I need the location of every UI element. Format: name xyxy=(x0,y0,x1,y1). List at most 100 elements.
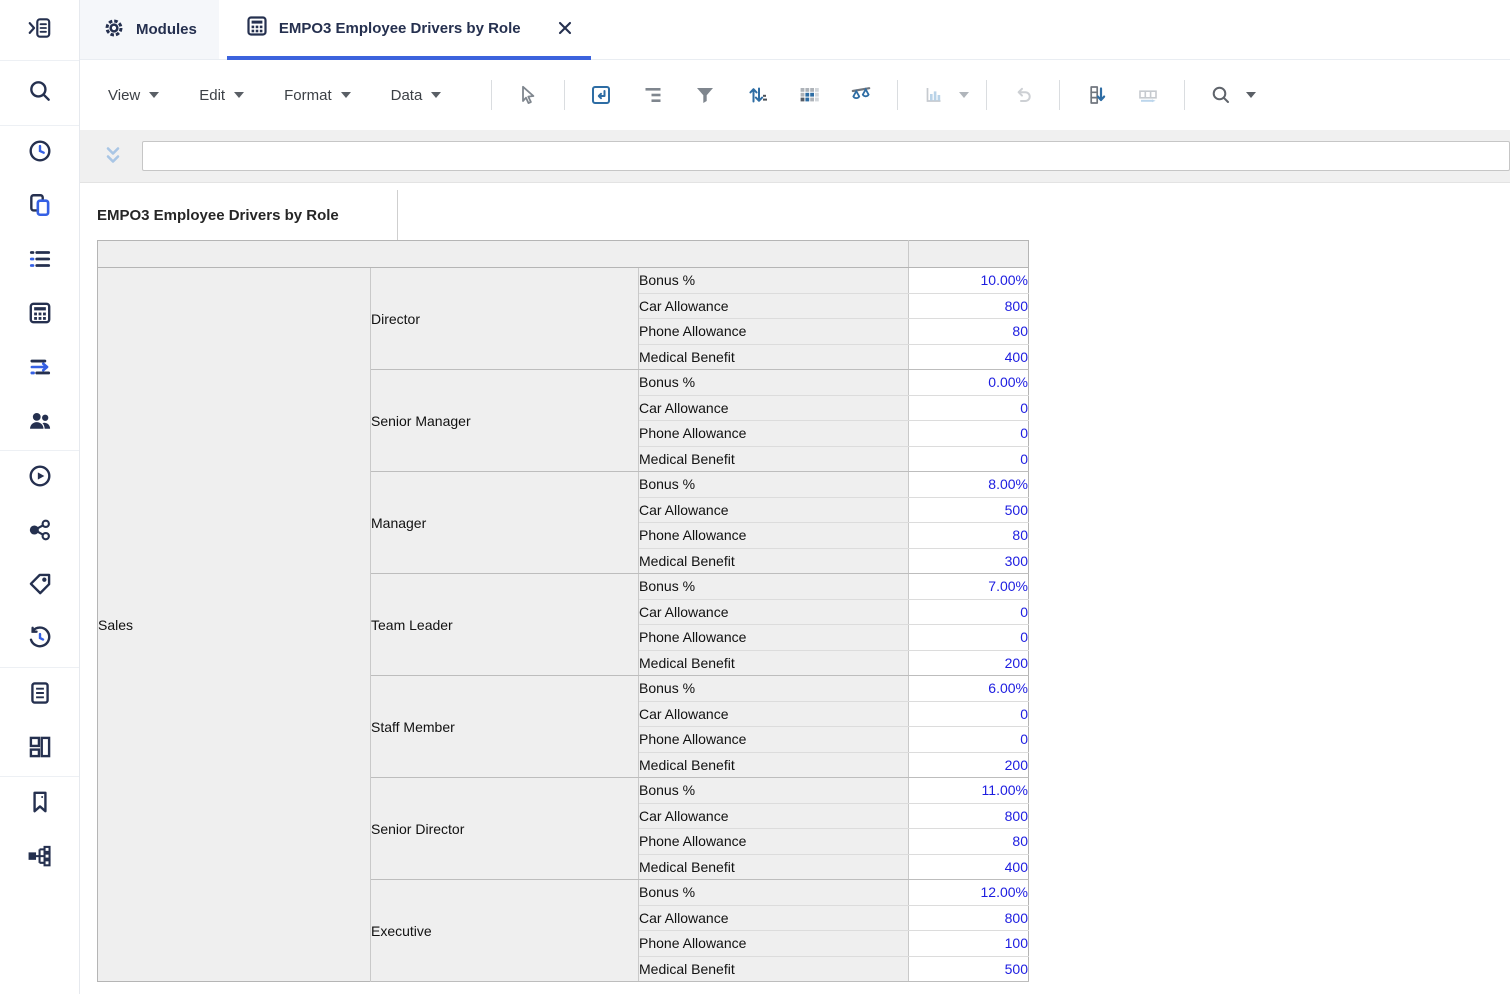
sidebar-item-bookmarks[interactable] xyxy=(0,777,79,831)
grid-cell-value[interactable]: 0.00% xyxy=(909,370,1029,396)
grid-row-header-role[interactable]: Staff Member xyxy=(371,676,639,778)
grid-row-header-line-item[interactable]: Phone Allowance xyxy=(639,931,909,957)
sidebar-item-hierarchy[interactable] xyxy=(0,831,79,885)
grid-cell-value[interactable]: 800 xyxy=(909,803,1029,829)
chart-button[interactable] xyxy=(916,77,952,113)
sidebar-item-tags[interactable] xyxy=(0,559,79,613)
grid-row-header-line-item[interactable]: Medical Benefit xyxy=(639,446,909,472)
grid-cell-value[interactable]: 0 xyxy=(909,421,1029,447)
grid-cell-value[interactable]: 11.00% xyxy=(909,778,1029,804)
grid-cell-value[interactable]: 7.00% xyxy=(909,574,1029,600)
sidebar-item-notes[interactable] xyxy=(0,668,79,722)
grid-row-header-line-item[interactable]: Bonus % xyxy=(639,268,909,294)
grid-row-header-line-item[interactable]: Medical Benefit xyxy=(639,650,909,676)
grid-row-header-level1[interactable]: Sales xyxy=(98,268,371,982)
grid-row-header-line-item[interactable]: Car Allowance xyxy=(639,701,909,727)
grid-cell-value[interactable]: 200 xyxy=(909,650,1029,676)
menu-view[interactable]: View xyxy=(108,87,159,104)
grid-row-header-role[interactable]: Senior Director xyxy=(371,778,639,880)
grid-cell-value[interactable]: 0 xyxy=(909,727,1029,753)
filter-button[interactable] xyxy=(687,77,723,113)
grid-row-header-line-item[interactable]: Car Allowance xyxy=(639,395,909,421)
grid-row-header-line-item[interactable]: Phone Allowance xyxy=(639,421,909,447)
sidebar-item-users[interactable] xyxy=(0,396,79,450)
grid-cell-value[interactable]: 0 xyxy=(909,599,1029,625)
grid-row-header-line-item[interactable]: Phone Allowance xyxy=(639,625,909,651)
sidebar-item-lists[interactable] xyxy=(0,234,79,288)
grid-row-header-line-item[interactable]: Medical Benefit xyxy=(639,548,909,574)
grid-row-header-line-item[interactable]: Phone Allowance xyxy=(639,727,909,753)
grid-cell-value[interactable]: 80 xyxy=(909,829,1029,855)
grid-cell-value[interactable]: 0 xyxy=(909,446,1029,472)
grid-cell-value[interactable]: 12.00% xyxy=(909,880,1029,906)
totals-button[interactable] xyxy=(635,77,671,113)
grid-row-header-line-item[interactable]: Bonus % xyxy=(639,370,909,396)
grid-cell-value[interactable]: 500 xyxy=(909,497,1029,523)
grid-cell-value[interactable]: 200 xyxy=(909,752,1029,778)
grid-cell-value[interactable]: 100 xyxy=(909,931,1029,957)
close-tab-icon[interactable] xyxy=(557,20,573,36)
grid-row-header-line-item[interactable]: Medical Benefit xyxy=(639,854,909,880)
sidebar-item-pages[interactable] xyxy=(0,722,79,776)
grid-row-header-line-item[interactable]: Phone Allowance xyxy=(639,829,909,855)
grid-cell-value[interactable]: 400 xyxy=(909,854,1029,880)
grid-cell-value[interactable]: 0 xyxy=(909,395,1029,421)
sidebar-item-versions[interactable] xyxy=(0,180,79,234)
sidebar-item-actions[interactable] xyxy=(0,342,79,396)
sidebar-expand-panel-button[interactable] xyxy=(0,0,79,60)
grid-row-header-line-item[interactable]: Car Allowance xyxy=(639,497,909,523)
grid-row-header-line-item[interactable]: Medical Benefit xyxy=(639,752,909,778)
grid-row-header-role[interactable]: Executive xyxy=(371,880,639,982)
grid-row-header-line-item[interactable]: Car Allowance xyxy=(639,293,909,319)
grid-row-header-line-item[interactable]: Bonus % xyxy=(639,880,909,906)
sidebar-item-processes[interactable] xyxy=(0,451,79,505)
grid-cell-value[interactable]: 800 xyxy=(909,293,1029,319)
grid-cell-value[interactable]: 800 xyxy=(909,905,1029,931)
formula-input[interactable] xyxy=(142,141,1510,171)
sidebar-item-time[interactable] xyxy=(0,126,79,180)
grid-row-header-line-item[interactable]: Bonus % xyxy=(639,676,909,702)
column-format-button[interactable] xyxy=(1078,77,1114,113)
pivot-button[interactable] xyxy=(583,77,619,113)
conditional-formatting-button[interactable] xyxy=(791,77,827,113)
grid-cell-value[interactable]: 80 xyxy=(909,523,1029,549)
grid-row-header-role[interactable]: Manager xyxy=(371,472,639,574)
grid-row-header-line-item[interactable]: Bonus % xyxy=(639,472,909,498)
grid-row-header-line-item[interactable]: Bonus % xyxy=(639,574,909,600)
grid-cell-value[interactable]: 8.00% xyxy=(909,472,1029,498)
toolbar-search-button[interactable] xyxy=(1203,77,1239,113)
tab-active-module[interactable]: EMPO3 Employee Drivers by Role xyxy=(227,0,591,60)
sidebar-item-history[interactable] xyxy=(0,613,79,667)
pointer-tool-button[interactable] xyxy=(510,77,546,113)
grid-row-header-line-item[interactable]: Phone Allowance xyxy=(639,523,909,549)
grid-column-header-values[interactable] xyxy=(909,241,1029,268)
grid-cell-value[interactable]: 500 xyxy=(909,956,1029,982)
grid-row-header-line-item[interactable]: Medical Benefit xyxy=(639,344,909,370)
grid-row-header-line-item[interactable]: Car Allowance xyxy=(639,905,909,931)
formula-bar-expand-button[interactable] xyxy=(103,145,123,167)
grid-row-header-role[interactable]: Senior Manager xyxy=(371,370,639,472)
sort-button[interactable] xyxy=(739,77,775,113)
grid-row-header-line-item[interactable]: Car Allowance xyxy=(639,803,909,829)
tab-modules[interactable]: Modules xyxy=(80,0,219,59)
compare-button[interactable] xyxy=(843,77,879,113)
grid-row-header-line-item[interactable]: Car Allowance xyxy=(639,599,909,625)
grid-cell-value[interactable]: 6.00% xyxy=(909,676,1029,702)
grid-row-header-role[interactable]: Team Leader xyxy=(371,574,639,676)
grid-row-header-line-item[interactable]: Bonus % xyxy=(639,778,909,804)
grid-row-header-role[interactable]: Director xyxy=(371,268,639,370)
menu-format[interactable]: Format xyxy=(284,87,351,104)
grid-cell-value[interactable]: 0 xyxy=(909,625,1029,651)
grid-row-header-line-item[interactable]: Phone Allowance xyxy=(639,319,909,345)
grid-cell-value[interactable]: 300 xyxy=(909,548,1029,574)
undo-button[interactable] xyxy=(1005,77,1041,113)
grid-cell-value[interactable]: 400 xyxy=(909,344,1029,370)
chart-type-caret-button[interactable] xyxy=(954,77,974,113)
grid-column-header-rows[interactable] xyxy=(98,241,909,268)
menu-data[interactable]: Data xyxy=(391,87,442,104)
sidebar-item-modules[interactable] xyxy=(0,288,79,342)
freeze-panes-button[interactable] xyxy=(1130,77,1166,113)
sidebar-item-search[interactable] xyxy=(0,61,79,125)
grid-cell-value[interactable]: 0 xyxy=(909,701,1029,727)
grid-cell-value[interactable]: 10.00% xyxy=(909,268,1029,294)
